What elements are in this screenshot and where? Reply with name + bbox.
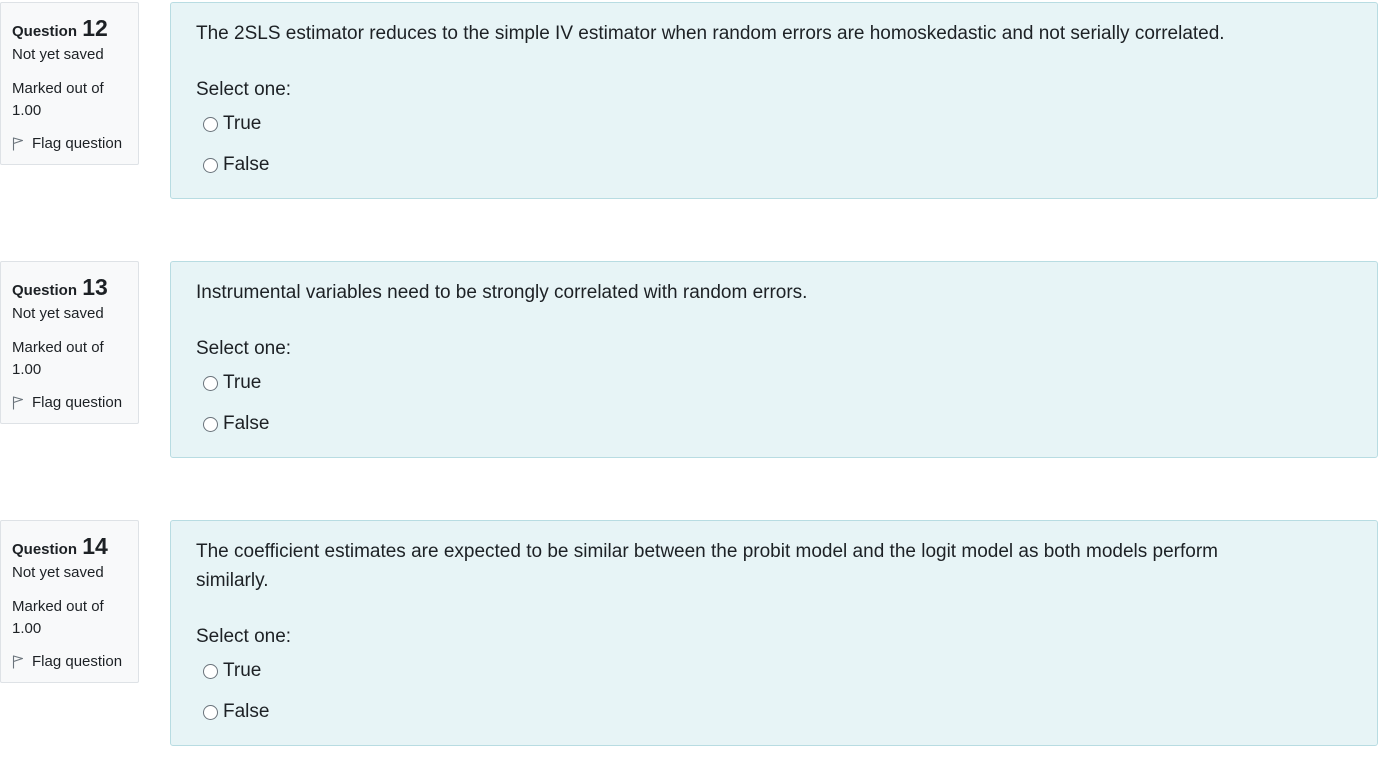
question-text: The 2SLS estimator reduces to the simple…	[196, 23, 1225, 44]
question-grade: Marked out of 1.00	[12, 339, 104, 378]
question-number: 13	[82, 274, 108, 300]
question-info-panel: Question 13 Not yet saved Marked out of …	[0, 261, 139, 424]
flag-icon	[12, 396, 24, 410]
flag-question-label: Flag question	[32, 653, 123, 670]
question-number-heading: Question 12	[12, 13, 128, 43]
flag-question-label: Flag question	[32, 135, 123, 152]
question-text: The coefficient estimates are expected t…	[196, 541, 1218, 591]
answer-option-label[interactable]: False	[223, 152, 269, 178]
question-label: Question	[12, 541, 78, 558]
radio-unchecked-icon[interactable]	[203, 375, 218, 391]
answer-option-label[interactable]: True	[223, 658, 261, 684]
flag-icon	[12, 655, 24, 669]
question-state: Not yet saved	[12, 46, 104, 63]
answer-option-label[interactable]: False	[223, 411, 269, 437]
answer-option-false[interactable]: False	[196, 699, 1352, 725]
answer-option-label[interactable]: True	[223, 111, 261, 137]
question-number: 14	[82, 533, 108, 559]
answer-option-label[interactable]: False	[223, 699, 269, 725]
question-number: 12	[82, 15, 108, 41]
answer-option-true[interactable]: True	[196, 111, 1352, 137]
answer-option-label[interactable]: True	[223, 370, 261, 396]
radio-unchecked-icon[interactable]	[203, 663, 218, 679]
question-grade: Marked out of 1.00	[12, 598, 104, 637]
radio-unchecked-icon[interactable]	[203, 157, 218, 173]
question-grade: Marked out of 1.00	[12, 80, 104, 119]
question-label: Question	[12, 282, 78, 299]
flag-question-link[interactable]: Flag question	[12, 652, 128, 672]
answer-prompt: Select one:	[196, 626, 292, 647]
question-state: Not yet saved	[12, 305, 104, 322]
question-info-panel: Question 14 Not yet saved Marked out of …	[0, 520, 139, 683]
question-content: The coefficient estimates are expected t…	[170, 520, 1378, 746]
answer-option-false[interactable]: False	[196, 411, 1352, 437]
flag-question-link[interactable]: Flag question	[12, 393, 128, 413]
answer-option-true[interactable]: True	[196, 370, 1352, 396]
radio-unchecked-icon[interactable]	[203, 116, 218, 132]
question-content: Instrumental variables need to be strong…	[170, 261, 1378, 458]
flag-question-label: Flag question	[32, 394, 123, 411]
question-label: Question	[12, 23, 78, 40]
question-info-panel: Question 12 Not yet saved Marked out of …	[0, 2, 139, 165]
question-text: Instrumental variables need to be strong…	[196, 282, 808, 303]
question-state: Not yet saved	[12, 564, 104, 581]
flag-question-link[interactable]: Flag question	[12, 134, 128, 154]
radio-unchecked-icon[interactable]	[203, 416, 218, 432]
answer-option-false[interactable]: False	[196, 152, 1352, 178]
question-number-heading: Question 13	[12, 272, 128, 302]
answer-option-true[interactable]: True	[196, 658, 1352, 684]
answer-prompt: Select one:	[196, 338, 292, 359]
flag-icon	[12, 137, 24, 151]
radio-unchecked-icon[interactable]	[203, 704, 218, 720]
question-number-heading: Question 14	[12, 531, 128, 561]
answer-prompt: Select one:	[196, 79, 292, 100]
question-content: The 2SLS estimator reduces to the simple…	[170, 2, 1378, 199]
